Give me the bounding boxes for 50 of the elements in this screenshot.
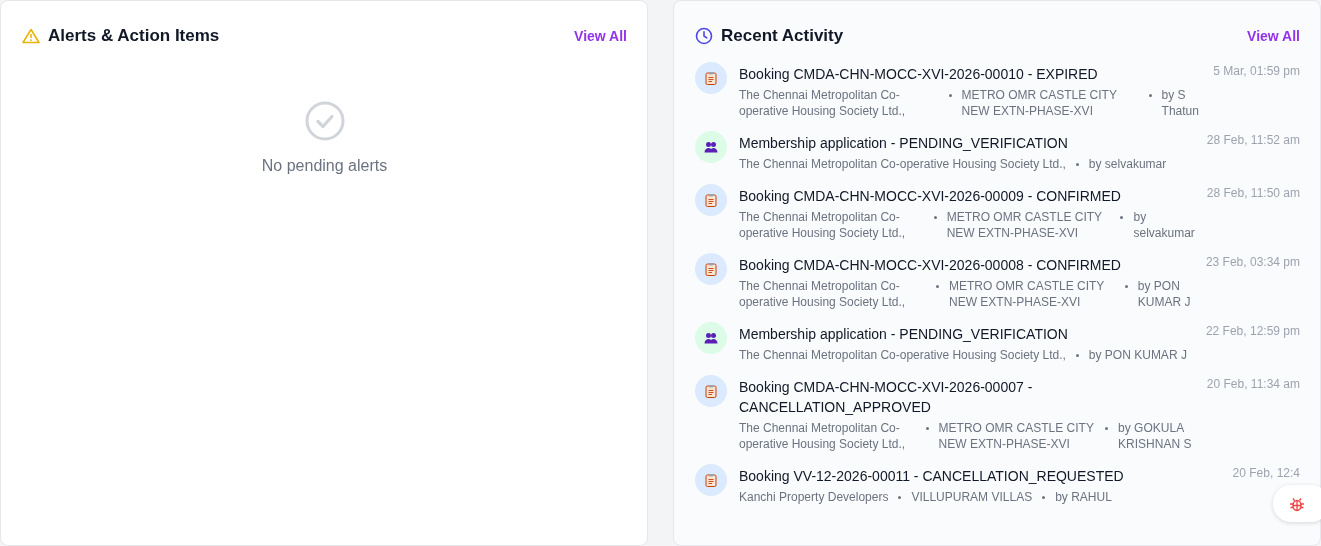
activity-detail: by selvakumar (1133, 209, 1195, 241)
activity-title: Booking CMDA-CHN-MOCC-XVI-2026-00007 - CANCELLATION_APPROVED (739, 378, 1034, 417)
activity-detail: by S Thatun (1161, 87, 1200, 119)
activity-detail: METRO OMR CASTLE CITY NEW EXTN-PHASE-XVI (949, 278, 1106, 310)
activity-title: Booking VV-12-2026-00011 - CANCELLATION_REQUESTED (739, 467, 1125, 486)
bug-report-button[interactable] (1273, 485, 1321, 522)
activity-time: 20 Feb, 11:34 am (1206, 376, 1300, 391)
clipboard-icon (705, 71, 717, 85)
activity-title: Booking CMDA-CHN-MOCC-XVI-2026-00009 - CONFIRMED (739, 187, 1122, 206)
activity-detail: by GOKULA KRISHNAN S (1118, 420, 1193, 452)
activity-title: Booking CMDA-CHN-MOCC-XVI-2026-00008 - CONFIRMED (739, 256, 1122, 275)
activity-detail: VILLUPURAM VILLAS (911, 489, 1033, 505)
view-all-link[interactable]: View All (1247, 28, 1300, 44)
activity-time: 22 Feb, 12:59 pm (1205, 323, 1300, 338)
card-title: Recent Activity (721, 26, 845, 46)
activity-detail: by RAHUL (1055, 489, 1112, 505)
activity-detail: by PON KUMAR J (1088, 347, 1187, 363)
activity-time: 5 Mar, 01:59 pm (1213, 63, 1300, 78)
activity-detail: The Chennai Metropolitan Co-operative Housing Society Ltd., (739, 420, 907, 452)
activity-detail: The Chennai Metropolitan Co-operative Housing Society Ltd., (739, 347, 1066, 363)
users-icon (704, 332, 718, 344)
activity-time: 28 Feb, 11:50 am (1206, 185, 1300, 200)
activity-detail: by selvakumar (1088, 156, 1167, 172)
activity-detail: The Chennai Metropolitan Co-operative Housing Society Ltd., (739, 87, 907, 119)
card-title: Alerts & Action Items (48, 26, 221, 46)
activity-detail: METRO OMR CASTLE CITY NEW EXTN-PHASE-XVI (946, 209, 1103, 241)
empty-message: No pending alerts (261, 157, 388, 175)
activity-time: 28 Feb, 11:52 am (1206, 132, 1300, 147)
activity-detail: Kanchi Property Developers (739, 489, 889, 505)
bug-icon (1289, 495, 1305, 512)
activity-time: 23 Feb, 03:34 pm (1205, 254, 1300, 269)
activity-time: 20 Feb, 12:4 (1232, 465, 1300, 480)
clipboard-icon (705, 473, 717, 487)
activity-detail: METRO OMR CASTLE CITY NEW EXTN-PHASE-XVI (938, 420, 1095, 452)
clipboard-icon (705, 262, 717, 276)
activity-detail: METRO OMR CASTLE CITY NEW EXTN-PHASE-XVI (961, 87, 1118, 119)
activity-title: Booking CMDA-CHN-MOCC-XVI-2026-00010 - EXPIRED (739, 65, 1099, 84)
clock-icon (695, 27, 713, 45)
clipboard-icon (705, 384, 717, 398)
activity-detail: The Chennai Metropolitan Co-operative Housing Society Ltd., (739, 209, 907, 241)
warning-icon (22, 28, 40, 44)
users-icon (704, 141, 718, 153)
activity-title: Membership application - PENDING_VERIFICATION (739, 134, 1069, 153)
view-all-link[interactable]: View All (574, 28, 627, 44)
check-circle-icon (304, 101, 345, 141)
activity-detail: by PON KUMAR J (1137, 278, 1192, 310)
activity-detail: The Chennai Metropolitan Co-operative Housing Society Ltd., (739, 156, 1066, 172)
activity-detail: The Chennai Metropolitan Co-operative Housing Society Ltd., (739, 278, 907, 310)
activity-title: Membership application - PENDING_VERIFICATION (739, 325, 1069, 344)
clipboard-icon (705, 193, 717, 207)
